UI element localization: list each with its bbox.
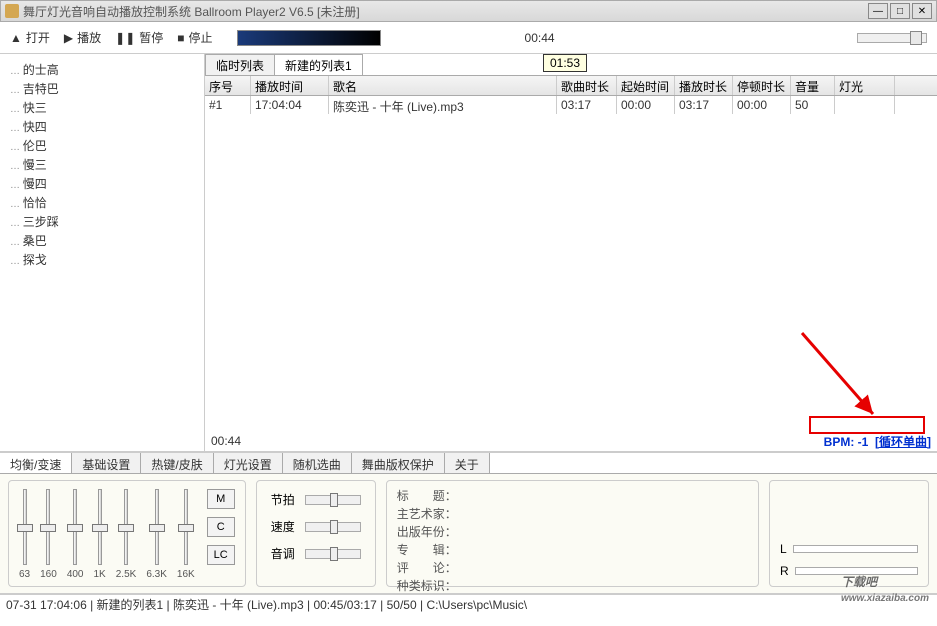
col-duration[interactable]: 歌曲时长: [557, 76, 617, 95]
stop-button[interactable]: ■停止: [177, 29, 212, 46]
sidebar-item[interactable]: 伦巴: [10, 136, 204, 155]
beat-label: 节拍: [271, 491, 295, 508]
col-volume[interactable]: 音量: [791, 76, 835, 95]
sidebar-item[interactable]: 慢三: [10, 155, 204, 174]
sidebar-item[interactable]: 快三: [10, 98, 204, 117]
eq-band-1k: 1K: [94, 489, 106, 584]
window-title: 舞厅灯光音响自动播放控制系统 Ballroom Player2 V6.5 [未注…: [23, 3, 868, 20]
l-label: L: [780, 542, 787, 556]
playlist-content: 临时列表 新建的列表1 01:53 序号 播放时间 歌名 歌曲时长 起始时间 播…: [205, 54, 937, 451]
current-time: 00:44: [211, 434, 241, 448]
bpm-area: BPM: -1 [循环单曲]: [824, 433, 931, 450]
loop-mode-link[interactable]: [循环单曲]: [875, 435, 931, 449]
status-bar: 07-31 17:04:06 | 新建的列表1 | 陈奕迅 - 十年 (Live…: [0, 594, 937, 614]
col-pause[interactable]: 停顿时长: [733, 76, 791, 95]
r-meter: [795, 567, 918, 575]
sidebar-item[interactable]: 吉特巴: [10, 79, 204, 98]
eq-c-button[interactable]: C: [207, 517, 235, 537]
tab-temp[interactable]: 临时列表: [205, 54, 275, 75]
lr-balance: L R: [769, 480, 929, 587]
r-label: R: [780, 564, 789, 578]
play-icon: ▶: [64, 31, 73, 45]
main-area: 的士高 吉特巴 快三 快四 伦巴 慢三 慢四 恰恰 三步踩 桑巴 探戈 临时列表…: [0, 54, 937, 452]
sidebar-item[interactable]: 慢四: [10, 174, 204, 193]
time-tooltip: 01:53: [543, 54, 587, 72]
tone-label: 音调: [271, 545, 295, 562]
beat-slider[interactable]: [305, 495, 361, 505]
time-row: 00:44 BPM: -1 [循环单曲]: [205, 431, 937, 451]
genre-sidebar: 的士高 吉特巴 快三 快四 伦巴 慢三 慢四 恰恰 三步踩 桑巴 探戈: [0, 54, 205, 451]
eq-band-16k: 16K: [177, 489, 195, 584]
col-playtime[interactable]: 播放时间: [251, 76, 329, 95]
eq-band-2-5k: 2.5K: [116, 489, 137, 584]
open-icon: ▲: [10, 31, 22, 45]
btab-about[interactable]: 关于: [445, 453, 490, 473]
open-button[interactable]: ▲打开: [10, 29, 50, 46]
close-button[interactable]: ✕: [912, 3, 932, 19]
eq-lc-button[interactable]: LC: [207, 545, 235, 565]
sidebar-item[interactable]: 恰恰: [10, 193, 204, 212]
tone-slider[interactable]: [305, 549, 361, 559]
equalizer: 63 160 400 1K 2.5K 6.3K 16K M C LC: [8, 480, 246, 587]
col-start[interactable]: 起始时间: [617, 76, 675, 95]
toolbar: ▲打开 ▶播放 ❚❚暂停 ■停止 00:44: [0, 22, 937, 54]
progress-bar[interactable]: [237, 30, 381, 46]
eq-buttons: M C LC: [207, 489, 235, 584]
col-songname[interactable]: 歌名: [329, 76, 557, 95]
sidebar-item[interactable]: 三步踩: [10, 212, 204, 231]
playback-time: 00:44: [525, 31, 555, 45]
eq-band-400: 400: [67, 489, 84, 584]
playlist-tabs: 临时列表 新建的列表1 01:53: [205, 54, 937, 76]
tab-new1[interactable]: 新建的列表1: [274, 54, 363, 75]
speed-label: 速度: [271, 518, 295, 535]
bpm-label: BPM: -1: [824, 435, 869, 449]
eq-band-160: 160: [40, 489, 57, 584]
maximize-button[interactable]: □: [890, 3, 910, 19]
eq-band-6-3k: 6.3K: [146, 489, 167, 584]
col-index[interactable]: 序号: [205, 76, 251, 95]
eq-band-63: 63: [19, 489, 30, 584]
playlist-body[interactable]: #1 17:04:04 陈奕迅 - 十年 (Live).mp3 03:17 00…: [205, 96, 937, 431]
btab-basic[interactable]: 基础设置: [72, 453, 141, 473]
btab-copyright[interactable]: 舞曲版权保护: [352, 453, 445, 473]
l-meter: [793, 545, 918, 553]
sidebar-item[interactable]: 探戈: [10, 250, 204, 269]
app-icon: [5, 4, 19, 18]
sidebar-item[interactable]: 快四: [10, 117, 204, 136]
eq-panel: 63 160 400 1K 2.5K 6.3K 16K M C LC 节拍 速度…: [0, 474, 937, 594]
title-bar: 舞厅灯光音响自动播放控制系统 Ballroom Player2 V6.5 [未注…: [0, 0, 937, 22]
bottom-tabs: 均衡/变速 基础设置 热键/皮肤 灯光设置 随机选曲 舞曲版权保护 关于: [0, 452, 937, 474]
tempo-box: 节拍 速度 音调: [256, 480, 376, 587]
sidebar-item[interactable]: 的士高: [10, 60, 204, 79]
playlist-header: 序号 播放时间 歌名 歌曲时长 起始时间 播放时长 停顿时长 音量 灯光: [205, 76, 937, 96]
pause-button[interactable]: ❚❚暂停: [115, 29, 163, 46]
pause-icon: ❚❚: [115, 31, 135, 45]
status-text: 07-31 17:04:06 | 新建的列表1 | 陈奕迅 - 十年 (Live…: [6, 596, 527, 613]
metadata-box: 标 题： 主艺术家： 出版年份： 专 辑： 评 论： 种类标识：: [386, 480, 759, 587]
eq-m-button[interactable]: M: [207, 489, 235, 509]
play-button[interactable]: ▶播放: [64, 29, 101, 46]
btab-hotkey[interactable]: 热键/皮肤: [141, 453, 213, 473]
minimize-button[interactable]: —: [868, 3, 888, 19]
btab-random[interactable]: 随机选曲: [283, 453, 352, 473]
volume-slider[interactable]: [857, 33, 927, 43]
sidebar-item[interactable]: 桑巴: [10, 231, 204, 250]
eq-sliders: 63 160 400 1K 2.5K 6.3K 16K: [19, 489, 195, 584]
col-playlen[interactable]: 播放时长: [675, 76, 733, 95]
stop-icon: ■: [177, 31, 184, 45]
speed-slider[interactable]: [305, 522, 361, 532]
col-light[interactable]: 灯光: [835, 76, 895, 95]
progress-fill: [238, 31, 380, 45]
table-row[interactable]: #1 17:04:04 陈奕迅 - 十年 (Live).mp3 03:17 00…: [205, 96, 937, 114]
btab-light[interactable]: 灯光设置: [214, 453, 283, 473]
btab-eq[interactable]: 均衡/变速: [0, 453, 72, 473]
volume-thumb[interactable]: [910, 31, 922, 45]
